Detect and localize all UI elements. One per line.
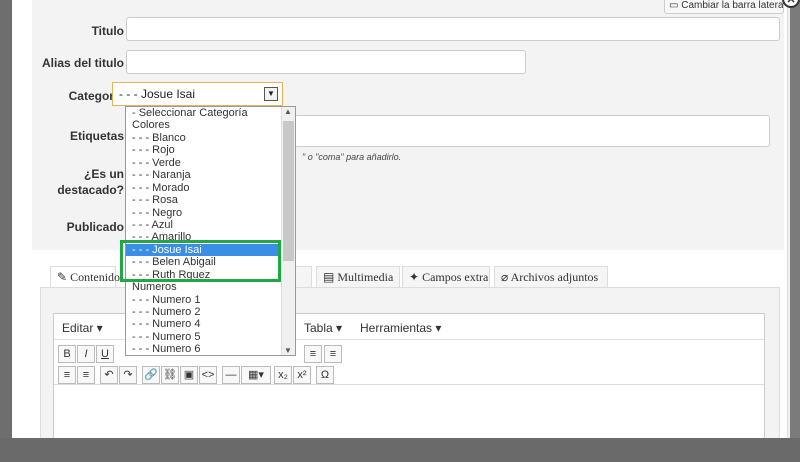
dropdown-option[interactable]: Colores	[126, 119, 282, 131]
paperclip-icon: ⌀	[501, 270, 511, 284]
table-icon[interactable]: ▦▾	[241, 366, 271, 384]
unlink-icon[interactable]: ⛓	[161, 366, 179, 384]
puzzle-icon: ✦	[409, 270, 423, 284]
dropdown-option[interactable]: Numeros	[126, 281, 282, 293]
categoria-label: Categoría	[68, 89, 124, 103]
dropdown-option[interactable]: - - - Negro	[126, 207, 282, 219]
titulo-label: Titulo	[91, 24, 124, 38]
dropdown-option[interactable]: - - - Rosa	[126, 194, 282, 206]
redo-icon[interactable]: ↷	[119, 366, 137, 384]
menu-herramientas[interactable]: Herramientas ▾	[360, 321, 441, 335]
image-icon[interactable]: ▣	[180, 366, 198, 384]
sidebar-icon: ▭	[669, 0, 682, 11]
dropdown-option[interactable]: - - - Verde	[126, 157, 282, 169]
categoria-select[interactable]: - - - Josue Isai ▼	[112, 82, 283, 106]
dropdown-scrollbar[interactable]: ▲ ▼	[281, 107, 295, 355]
underline-button[interactable]: U	[96, 345, 114, 363]
etiquetas-label: Etiquetas	[69, 129, 124, 143]
dropdown-option[interactable]: - - - Morado	[126, 182, 282, 194]
tab-multimedia[interactable]: ▤ Multimedia	[316, 266, 400, 288]
code-icon[interactable]: <>	[199, 366, 217, 384]
toggle-sidebar-button[interactable]: ▭ Cambiar la barra lateral	[664, 0, 784, 14]
edit-icon: ✎	[57, 270, 71, 284]
destacado-label-line2: destacado?	[57, 183, 124, 197]
categoria-select-value: - - - Josue Isai	[119, 87, 196, 101]
dropdown-option[interactable]: - - - Azul	[126, 219, 282, 231]
highlight-annotation-box	[120, 240, 281, 282]
categoria-dropdown-list[interactable]: - Seleccionar Categoría Colores - - - Blan…	[125, 106, 296, 356]
dropdown-option[interactable]: - - - Numero 6	[126, 343, 282, 355]
publicado-label: Publicado	[66, 220, 124, 234]
numbered-list-button[interactable]: ≡	[324, 345, 342, 363]
tab-campos-extra[interactable]: ✦ Campos extra	[402, 266, 490, 288]
horizontal-rule-icon[interactable]: —	[222, 366, 240, 384]
editor-toolbar-row-2: ≡ ≡ ↶ ↷ 🔗 ⛓ ▣ <> — ▦▾ x₂ x² Ω	[58, 366, 758, 386]
italic-button[interactable]: I	[77, 345, 95, 363]
background-left	[0, 0, 12, 462]
alias-label: Alias del titulo	[41, 56, 124, 70]
chevron-down-icon[interactable]: ▼	[264, 87, 278, 101]
film-icon: ▤	[323, 270, 338, 284]
dropdown-option[interactable]: - - - Numero 1	[126, 294, 282, 306]
article-edit-modal: ▭ Cambiar la barra lateral Titulo Alias …	[12, 0, 790, 438]
tab-contenido[interactable]: ✎ Contenido	[50, 266, 120, 288]
destacado-label-line1: ¿Es un	[83, 167, 124, 181]
tab-archivos-adjuntos[interactable]: ⌀ Archivos adjuntos	[494, 266, 608, 288]
omega-icon[interactable]: Ω	[316, 366, 334, 384]
subscript-icon[interactable]: x₂	[274, 366, 292, 384]
titulo-input[interactable]	[126, 17, 780, 41]
dropdown-options: - Seleccionar Categoría Colores - - - Blan…	[126, 107, 282, 355]
dropdown-option[interactable]: - - - Naranja	[126, 169, 282, 181]
chevron-down-icon[interactable]: ▼	[284, 346, 292, 355]
indent-button[interactable]: ≡	[58, 366, 76, 384]
superscript-icon[interactable]: x²	[293, 366, 311, 384]
menu-editar[interactable]: Editar ▾	[62, 321, 103, 335]
dropdown-option[interactable]: - - - Numero 5	[126, 331, 282, 343]
editor-content-area[interactable]	[54, 384, 764, 438]
dropdown-option[interactable]: - - - Rojo	[126, 144, 282, 156]
dropdown-option[interactable]: - - - Numero 2	[126, 306, 282, 318]
dropdown-option[interactable]: - Seleccionar Categoría	[126, 107, 282, 119]
undo-icon[interactable]: ↶	[100, 366, 118, 384]
modal-scrollbar[interactable]: ▼	[787, 0, 790, 438]
background-bottom	[0, 438, 800, 462]
dropdown-scroll-thumb[interactable]	[283, 121, 294, 261]
alias-input[interactable]	[126, 50, 526, 74]
menu-tabla[interactable]: Tabla ▾	[304, 321, 342, 335]
etiquetas-hint: " o "coma" para añadirlo.	[302, 152, 402, 162]
etiquetas-input[interactable]	[294, 115, 770, 147]
link-icon[interactable]: 🔗	[142, 366, 160, 384]
dropdown-option[interactable]: - - - Blanco	[126, 132, 282, 144]
outdent-button[interactable]: ≡	[77, 366, 95, 384]
bullet-list-button[interactable]: ≡	[304, 345, 322, 363]
chevron-up-icon[interactable]: ▲	[284, 107, 292, 116]
dropdown-option[interactable]: - - - Numero 4	[126, 318, 282, 330]
bold-button[interactable]: B	[58, 345, 76, 363]
